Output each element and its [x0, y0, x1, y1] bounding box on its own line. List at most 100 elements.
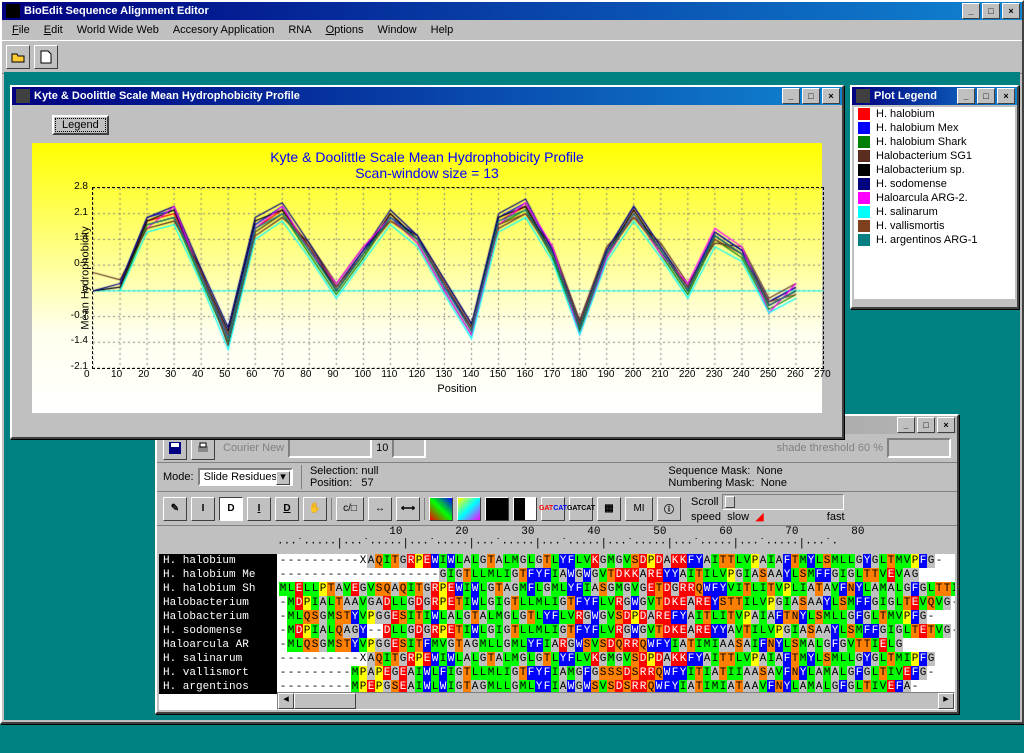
sequence-row[interactable]: ----------XAQITGRPEWIWLALGTALMGLGTLYFLVK… — [279, 554, 955, 568]
legend-body: H. halobiumH. halobium MexH. halobium Sh… — [854, 107, 1015, 299]
close-button[interactable]: × — [1002, 3, 1020, 19]
plot-maximize-button[interactable]: □ — [802, 88, 820, 104]
tool-d-under[interactable]: D — [275, 497, 299, 521]
legend-item[interactable]: Haloarcula ARG-2. — [854, 191, 1015, 205]
legend-item[interactable]: Halobacterium SG1 — [854, 149, 1015, 163]
legend-item[interactable]: H. sodomense — [854, 177, 1015, 191]
tool-cat2[interactable]: GATCAT — [569, 497, 593, 521]
seq-close-button[interactable]: × — [937, 417, 955, 433]
legend-item[interactable]: H. vallismortis — [854, 219, 1015, 233]
menu-www[interactable]: World Wide Web — [71, 22, 165, 38]
save-button[interactable] — [163, 436, 187, 460]
sequence-name[interactable]: H. argentinos — [159, 680, 277, 694]
legend-swatch — [858, 192, 870, 204]
sequence-name[interactable]: H. sodomense — [159, 624, 277, 638]
sequence-row[interactable]: --------------------GIGTLLMLIGTFYFIAWGWG… — [279, 568, 955, 582]
sequence-name[interactable]: H. halobium Sh — [159, 582, 277, 596]
app-titlebar[interactable]: BioEdit Sequence Alignment Editor _ □ × — [2, 2, 1022, 20]
menu-help[interactable]: Help — [425, 22, 460, 38]
tool-color2[interactable] — [457, 497, 481, 521]
legend-item[interactable]: H. argentinos ARG-1 — [854, 233, 1015, 247]
position-label: Position: — [310, 477, 352, 489]
nummask-value: None — [761, 477, 787, 489]
sequence-body[interactable]: ----------XAQITGRPEWIWLALGTALMGLGTLYFLVK… — [277, 554, 955, 694]
tool-mi[interactable]: MI — [625, 497, 653, 521]
scroll-right-button[interactable]: ▸ — [938, 693, 954, 709]
plot-content: Legend Kyte & Doolittle Scale Mean Hydro… — [12, 105, 842, 433]
new-button[interactable] — [34, 45, 58, 69]
menu-file[interactable]: File — [6, 22, 36, 38]
scroll-left-button[interactable]: ◂ — [278, 693, 294, 709]
scroll-thumb[interactable] — [294, 693, 356, 709]
tool-mono[interactable] — [485, 497, 509, 521]
tool-hand[interactable]: ✋ — [303, 497, 327, 521]
mode-select[interactable]: Slide Residues ▾ — [198, 468, 293, 486]
x-tick: 270 — [814, 369, 831, 380]
legend-item[interactable]: H. salinarum — [854, 205, 1015, 219]
plot-close-button[interactable]: × — [822, 88, 840, 104]
y-tick: 2.1 — [74, 207, 88, 218]
sequence-name[interactable]: Haloarcula AR — [159, 638, 277, 652]
x-tick: 80 — [300, 369, 311, 380]
tool-gap[interactable]: ⟷ — [396, 497, 420, 521]
sequence-row[interactable]: ---------MPAPEGEAIWLFIGTLLMLIGTFYFIAMGFG… — [279, 666, 955, 680]
legend-swatch — [858, 178, 870, 190]
x-tick: 170 — [544, 369, 561, 380]
tool-i-under[interactable]: I — [247, 497, 271, 521]
plot-minimize-button[interactable]: _ — [782, 88, 800, 104]
legend-maximize-button[interactable]: □ — [977, 88, 995, 104]
horizontal-scrollbar[interactable]: ◂ ▸ — [277, 692, 955, 710]
sequence-row[interactable]: -MLQSGMSTYVPGGESITIWLALGTALMGLGTLYFLVRGW… — [279, 610, 955, 624]
tool-cat1[interactable]: GATCAT — [541, 497, 565, 521]
tool-scroll[interactable]: ▦ — [597, 497, 621, 521]
legend-item[interactable]: H. halobium Mex — [854, 121, 1015, 135]
seq-maximize-button[interactable]: □ — [917, 417, 935, 433]
x-tick: 160 — [517, 369, 534, 380]
tool-half[interactable] — [513, 497, 537, 521]
seqmask-label: Sequence Mask: — [668, 465, 750, 477]
print-button[interactable] — [191, 436, 215, 460]
sequence-view[interactable]: H. halobiumH. halobium MeH. halobium ShH… — [159, 554, 955, 710]
legend-minimize-button[interactable]: _ — [957, 88, 975, 104]
tool-cd[interactable]: c/□ — [336, 497, 364, 521]
sequence-name[interactable]: H. halobium Me — [159, 568, 277, 582]
sequence-row[interactable]: -MLQSGMSTYVPGGESITFMVGTAGMLLGMLYFIARGWSV… — [279, 638, 955, 652]
legend-button[interactable]: Legend — [52, 115, 109, 135]
sequence-name[interactable]: H. salinarum — [159, 652, 277, 666]
maximize-button[interactable]: □ — [982, 3, 1000, 19]
tool-info[interactable]: ⓘ — [657, 497, 681, 521]
legend-swatch — [858, 220, 870, 232]
sequence-row[interactable]: -MDPIALTAAVGADLLGDGRPETIWLGIGTLLMLIGTFYF… — [279, 596, 955, 610]
plot-titlebar[interactable]: Kyte & Doolittle Scale Mean Hydrophobici… — [12, 87, 842, 105]
legend-titlebar[interactable]: Plot Legend _ □ × — [852, 87, 1017, 105]
sequence-name[interactable]: H. halobium — [159, 554, 277, 568]
tool-edit[interactable]: ✎ — [163, 497, 187, 521]
menu-rna[interactable]: RNA — [282, 22, 317, 38]
sequence-name[interactable]: Halobacterium — [159, 596, 277, 610]
x-tick: 30 — [165, 369, 176, 380]
tool-color1[interactable] — [429, 497, 453, 521]
tool-d-active[interactable]: D — [219, 497, 243, 521]
x-tick: 120 — [408, 369, 425, 380]
seq-minimize-button[interactable]: _ — [897, 417, 915, 433]
position-value: 57 — [361, 477, 373, 489]
scroll-slider[interactable] — [722, 494, 844, 510]
sequence-name-column[interactable]: H. halobiumH. halobium MeH. halobium ShH… — [159, 554, 277, 694]
menu-edit[interactable]: Edit — [38, 22, 69, 38]
legend-item[interactable]: H. halobium Shark — [854, 135, 1015, 149]
tool-i[interactable]: I — [191, 497, 215, 521]
legend-close-button[interactable]: × — [997, 88, 1015, 104]
menu-window[interactable]: Window — [372, 22, 423, 38]
menu-accessory[interactable]: Accesory Application — [167, 22, 281, 38]
menu-options[interactable]: Options — [320, 22, 370, 38]
sequence-row[interactable]: MLELLPTAVEGVSQAQITGRPEWIWLGTAGMFLGMLYFIA… — [279, 582, 955, 596]
open-button[interactable] — [6, 45, 30, 69]
sequence-row[interactable]: -MDPIALQAGY--DLLGDGRPETIWLGIGTLLMLIGTFYF… — [279, 624, 955, 638]
sequence-name[interactable]: H. vallismort — [159, 666, 277, 680]
sequence-name[interactable]: Halobacterium — [159, 610, 277, 624]
minimize-button[interactable]: _ — [962, 3, 980, 19]
legend-item[interactable]: H. halobium — [854, 107, 1015, 121]
tool-arrows[interactable]: ↔ — [368, 497, 392, 521]
legend-item[interactable]: Halobacterium sp. — [854, 163, 1015, 177]
sequence-row[interactable]: ----------XAQITGRPEWIWLALGTALMGLGTLYFLVK… — [279, 652, 955, 666]
